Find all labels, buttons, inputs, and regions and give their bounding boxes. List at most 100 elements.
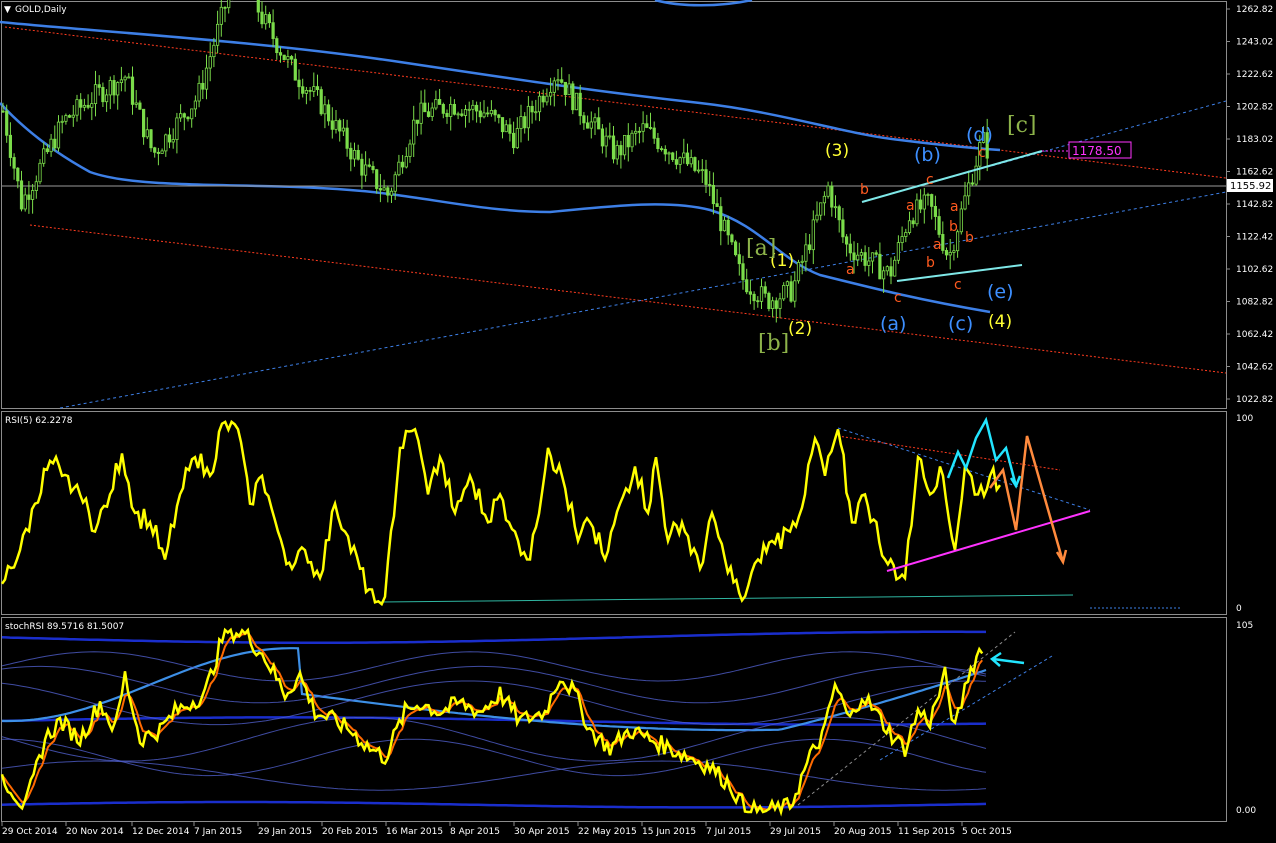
candle-body: [341, 127, 346, 132]
candle-body: [774, 300, 778, 309]
date-axis-label: 11 Sep 2015: [898, 827, 955, 837]
price-axis-label: 1122.42: [1236, 233, 1273, 243]
candle-body: [68, 115, 72, 118]
candle-body: [167, 134, 172, 143]
candle-body: [667, 152, 671, 155]
candle-body: [919, 199, 923, 210]
candle-body: [486, 112, 490, 115]
candle-body: [545, 95, 549, 103]
candle-body: [82, 104, 86, 108]
candle-body: [785, 281, 790, 286]
date-axis-label: 22 May 2015: [578, 827, 637, 837]
wave-label-green-a: [a]: [746, 236, 776, 261]
candle-body: [456, 113, 460, 116]
candle-body: [441, 104, 445, 114]
price-axis-label: 1062.42: [1236, 330, 1273, 340]
chart-title: GOLD,Daily: [15, 5, 67, 15]
candle-body: [497, 114, 501, 118]
candle-body: [904, 232, 908, 237]
candle-body: [626, 135, 630, 148]
candle-body: [756, 300, 760, 303]
candle-body: [267, 14, 272, 24]
candle-body: [623, 135, 627, 156]
candle-body: [915, 199, 919, 225]
stoch-axis-105: 105: [1236, 621, 1253, 631]
candle-body: [301, 86, 305, 94]
candle-body: [922, 194, 926, 210]
stoch-axis-0: 0.00: [1236, 806, 1256, 816]
candle-body: [145, 129, 149, 138]
candle-body: [45, 148, 50, 153]
date-axis-label: 29 Jul 2015: [770, 827, 821, 837]
candle-body: [493, 110, 497, 116]
candle-body: [852, 252, 856, 261]
wave-label-green-b: [b]: [758, 331, 789, 356]
wave-label-blue-d: (d): [966, 124, 993, 146]
rsi-magenta-trendline: [886, 510, 1091, 572]
price-axis: 1262.82 1243.02 1222.62 1202.82 1183.02 1162.…: [1226, 5, 1273, 405]
candle-body: [541, 95, 545, 103]
wave-label-3: (3): [825, 141, 849, 161]
candle-body: [1, 110, 5, 113]
subwave-b1: b: [860, 182, 869, 198]
candle-body: [49, 138, 53, 153]
candle-body: [201, 82, 205, 90]
candle-body: [704, 169, 708, 185]
rsi-axis-100: 100: [1236, 414, 1253, 424]
candle-body: [256, 0, 260, 13]
candle-body: [889, 266, 893, 277]
candle-body: [75, 99, 79, 116]
candle-body: [482, 112, 486, 118]
candle-body: [90, 103, 94, 108]
candle-body: [408, 143, 412, 157]
price-axis-label: 1082.82: [1236, 298, 1273, 308]
candle-body: [863, 252, 867, 266]
price-axis-label: 1222.62: [1236, 70, 1273, 80]
candle-body: [685, 152, 690, 165]
candle-body: [911, 220, 915, 225]
wave-label-blue-e: (e): [987, 281, 1014, 303]
candle-body: [634, 130, 638, 134]
candle-body: [552, 80, 556, 93]
candle-body: [334, 120, 338, 130]
candle-body: [175, 117, 179, 140]
candle-body: [12, 157, 16, 169]
candle-body: [878, 253, 882, 280]
candle-body: [463, 109, 468, 116]
wave-label-4: (4): [988, 312, 1012, 332]
candle-body: [186, 116, 190, 120]
candle-body: [164, 134, 168, 152]
candle-body: [293, 58, 297, 81]
candle-body: [830, 185, 834, 208]
candle-body: [223, 6, 227, 9]
candle-body: [537, 95, 542, 113]
candle-body: [86, 104, 90, 108]
candle-body: [23, 194, 27, 210]
date-axis-label: 20 Aug 2015: [834, 827, 892, 837]
candle-body: [582, 115, 586, 124]
candle-body: [149, 129, 153, 149]
candle-body: [589, 121, 593, 129]
candle-body: [719, 206, 723, 232]
price-axis-label: 1102.62: [1236, 265, 1273, 275]
candle-body: [611, 135, 616, 160]
date-axis-label: 29 Oct 2014: [2, 827, 58, 837]
candle-body: [789, 281, 793, 302]
candle-body: [271, 22, 275, 39]
candle-body: [771, 300, 775, 309]
candle-body: [127, 76, 131, 79]
candle-body: [404, 156, 408, 168]
candle-body: [597, 117, 601, 130]
candle-body: [682, 152, 686, 159]
candle-body: [156, 151, 160, 154]
candle-body: [515, 128, 519, 149]
price-axis-label: 1142.82: [1236, 200, 1273, 210]
candle-body: [460, 113, 464, 116]
candle-body: [304, 89, 309, 94]
candle-body: [471, 104, 475, 110]
candle-body: [722, 219, 727, 232]
candle-body: [171, 139, 175, 143]
candle-body: [190, 108, 194, 120]
candle-body: [500, 117, 505, 133]
subwave-c3: c: [954, 277, 962, 293]
